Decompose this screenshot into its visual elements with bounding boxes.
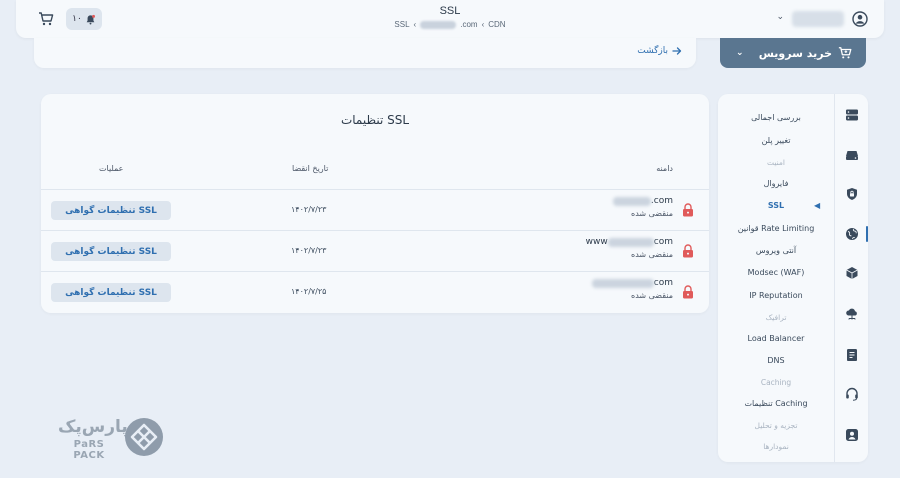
lock-icon <box>683 244 693 258</box>
page-title: SSL <box>439 5 461 17</box>
sidebar-item-overview[interactable]: بررسی اجمالی <box>718 113 834 122</box>
sidebar-category-traffic: ترافیک <box>765 313 787 322</box>
sidebar-menu: بررسی اجمالی تغییر پلن امنیت فایروال SSL… <box>718 94 834 462</box>
logo-text-en: PaRS PACK <box>73 439 105 461</box>
sidebar-item-rate-limiting[interactable]: قوانین Rate Limiting <box>718 224 834 233</box>
status-text: منقضی شده <box>631 291 673 300</box>
ssl-certificate-settings-button[interactable]: تنظیمات گواهی SSL <box>51 242 171 261</box>
chevron-left-icon: ‹ <box>481 20 485 29</box>
table-row: www com منقضی شده ۱۴۰۲/۷/۲۳ تنظیمات گواه… <box>41 230 709 271</box>
breadcrumb-item[interactable]: .com <box>460 20 477 29</box>
parspack-logo-mark <box>125 418 163 456</box>
user-card-icon[interactable] <box>845 428 859 442</box>
sidebar-item-ssl-label: SSL <box>767 201 785 210</box>
user-avatar-icon[interactable] <box>852 11 868 27</box>
sidebar-icon-column <box>834 94 868 462</box>
redacted-user-name[interactable] <box>792 11 844 27</box>
back-bar: بازگشت <box>34 38 696 68</box>
chevron-down-icon[interactable]: ⌄ <box>776 12 784 22</box>
ssl-settings-card: تنظیمات SSL دامنه تاریخ انقضا عملیات .co… <box>41 94 709 313</box>
expiry-date: ۱۴۰۲/۷/۲۵ <box>291 287 327 296</box>
expiry-date: ۱۴۰۲/۷/۲۳ <box>291 205 327 214</box>
sidebar-item-caching-settings[interactable]: تنظیمات Caching <box>718 399 834 408</box>
redacted-domain <box>591 278 654 288</box>
domain-suffix: com <box>653 237 673 247</box>
sidebar-item-ssl[interactable]: SSL ◀ <box>718 201 834 210</box>
ssl-certificate-settings-button[interactable]: تنظیمات گواهی SSL <box>51 201 171 220</box>
chevron-left-icon: ‹ <box>413 20 417 29</box>
sidebar-item-charts[interactable]: نمودارها <box>718 442 834 451</box>
redacted-domain <box>420 20 457 29</box>
caret-left-icon: ◀ <box>814 201 821 210</box>
sidebar-item-change-plan[interactable]: تغییر پلن <box>718 136 834 145</box>
sidebar-item-modsec-waf[interactable]: Modsec (WAF) <box>718 268 834 277</box>
cart-plus-icon <box>838 47 852 59</box>
sidebar-item-dns[interactable]: DNS <box>718 356 834 365</box>
arrow-right-icon <box>672 47 682 55</box>
status-text: منقضی شده <box>631 250 673 259</box>
status-text: منقضی شده <box>631 209 673 218</box>
column-header-expiry: تاریخ انقضا <box>292 164 329 173</box>
column-header-actions: عملیات <box>99 164 124 173</box>
table-row: com منقضی شده ۱۴۰۲/۷/۲۵ تنظیمات گواهی SS… <box>41 271 709 312</box>
domain-prefix: www <box>585 237 608 247</box>
sidebar-item-load-balancer[interactable]: Load Balancer <box>718 334 834 343</box>
parspack-logo: پارس‌پک PaRS PACK <box>58 417 166 461</box>
back-button[interactable]: بازگشت <box>637 46 682 56</box>
sidebar-item-antivirus[interactable]: آنتی ویروس <box>718 246 834 255</box>
server-icon[interactable] <box>845 108 859 122</box>
buy-service-label: خرید سرویس <box>758 46 832 60</box>
back-label: بازگشت <box>637 46 668 56</box>
breadcrumb-item[interactable]: CDN <box>488 20 505 29</box>
domain-suffix: com <box>653 278 673 288</box>
cube-icon[interactable] <box>845 266 859 280</box>
domain-cell: www com منقضی شده <box>586 237 673 259</box>
sidebar-category-analytics: تجزیه و تحلیل <box>754 421 798 430</box>
breadcrumb-item[interactable]: SSL <box>394 20 409 29</box>
sidebar-category-security: امنیت <box>767 158 785 167</box>
domain-suffix: .com <box>650 196 673 206</box>
lock-icon <box>683 285 693 299</box>
headset-icon[interactable] <box>845 387 859 401</box>
active-indicator <box>866 226 868 242</box>
top-header: ۱۰ SSL SSL ‹ .com ‹ CDN ⌄ <box>16 0 884 38</box>
ssl-certificate-settings-button[interactable]: تنظیمات گواهی SSL <box>51 283 171 302</box>
domain-cell: com منقضی شده <box>591 278 673 300</box>
table-row: .com منقضی شده ۱۴۰۲/۷/۲۳ تنظیمات گواهی S… <box>41 189 709 230</box>
shield-lock-icon[interactable] <box>845 187 859 201</box>
sidebar-category-caching: Caching <box>760 378 792 387</box>
expiry-date: ۱۴۰۲/۷/۲۳ <box>291 246 327 255</box>
chevron-down-icon: ⌄ <box>736 48 744 58</box>
sidebar-item-firewall[interactable]: فایروال <box>718 179 834 188</box>
hard-drive-icon[interactable] <box>845 148 859 162</box>
buy-service-button[interactable]: ⌄ خرید سرویس <box>720 38 866 68</box>
lock-icon <box>683 203 693 217</box>
cloud-network-icon[interactable] <box>845 307 859 321</box>
sidebar-item-ip-reputation[interactable]: IP Reputation <box>718 291 834 300</box>
redacted-domain <box>607 237 654 247</box>
domain-cell: .com منقضی شده <box>612 196 673 218</box>
logo-text-fa: پارس‌پک <box>58 417 128 437</box>
globe-icon[interactable] <box>845 227 859 241</box>
redacted-domain <box>612 196 651 206</box>
document-icon[interactable] <box>845 348 859 362</box>
column-header-domain: دامنه <box>656 164 673 173</box>
card-title: تنظیمات SSL <box>340 113 410 127</box>
service-sidebar: بررسی اجمالی تغییر پلن امنیت فایروال SSL… <box>718 94 868 462</box>
breadcrumb: SSL ‹ .com ‹ CDN <box>16 20 884 29</box>
header-title-block: SSL SSL ‹ .com ‹ CDN <box>16 5 884 29</box>
